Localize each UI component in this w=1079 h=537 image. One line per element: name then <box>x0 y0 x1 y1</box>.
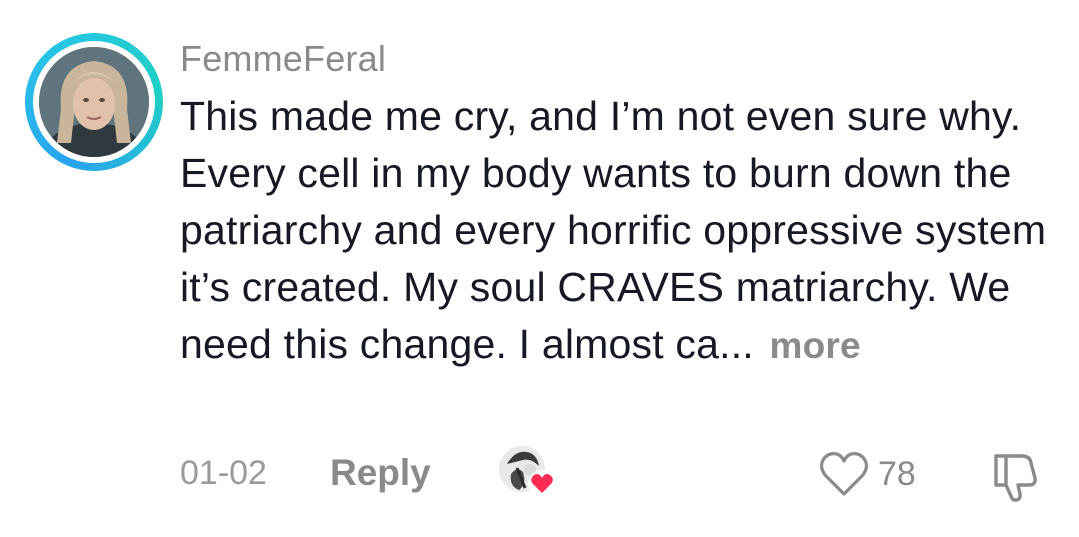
comment-text: This made me cry, and I’m not even sure … <box>180 93 1047 367</box>
avatar[interactable] <box>25 33 163 171</box>
avatar-photo <box>39 47 149 157</box>
thumbs-down-icon <box>994 454 1037 502</box>
dislike-button[interactable] <box>988 448 1044 504</box>
comment-date: 01-02 <box>180 454 267 492</box>
more-link[interactable]: more <box>770 325 861 366</box>
like-button[interactable]: 78 <box>818 450 928 500</box>
heart-outline-icon <box>819 452 869 496</box>
username[interactable]: FemmeFeral <box>180 38 386 80</box>
comment-item: FemmeFeral This made me cry, and I’m not… <box>0 0 1079 537</box>
reply-button[interactable]: Reply <box>330 452 431 494</box>
like-count: 78 <box>878 455 916 493</box>
avatar-border <box>33 41 155 163</box>
comment-footer: 01-02 Reply 78 <box>0 440 1079 510</box>
comment-body: This made me cry, and I’m not even sure … <box>180 88 1050 374</box>
liked-by-creator-badge <box>497 444 557 500</box>
avatar-image-icon <box>39 47 149 157</box>
red-heart-icon <box>528 470 556 498</box>
